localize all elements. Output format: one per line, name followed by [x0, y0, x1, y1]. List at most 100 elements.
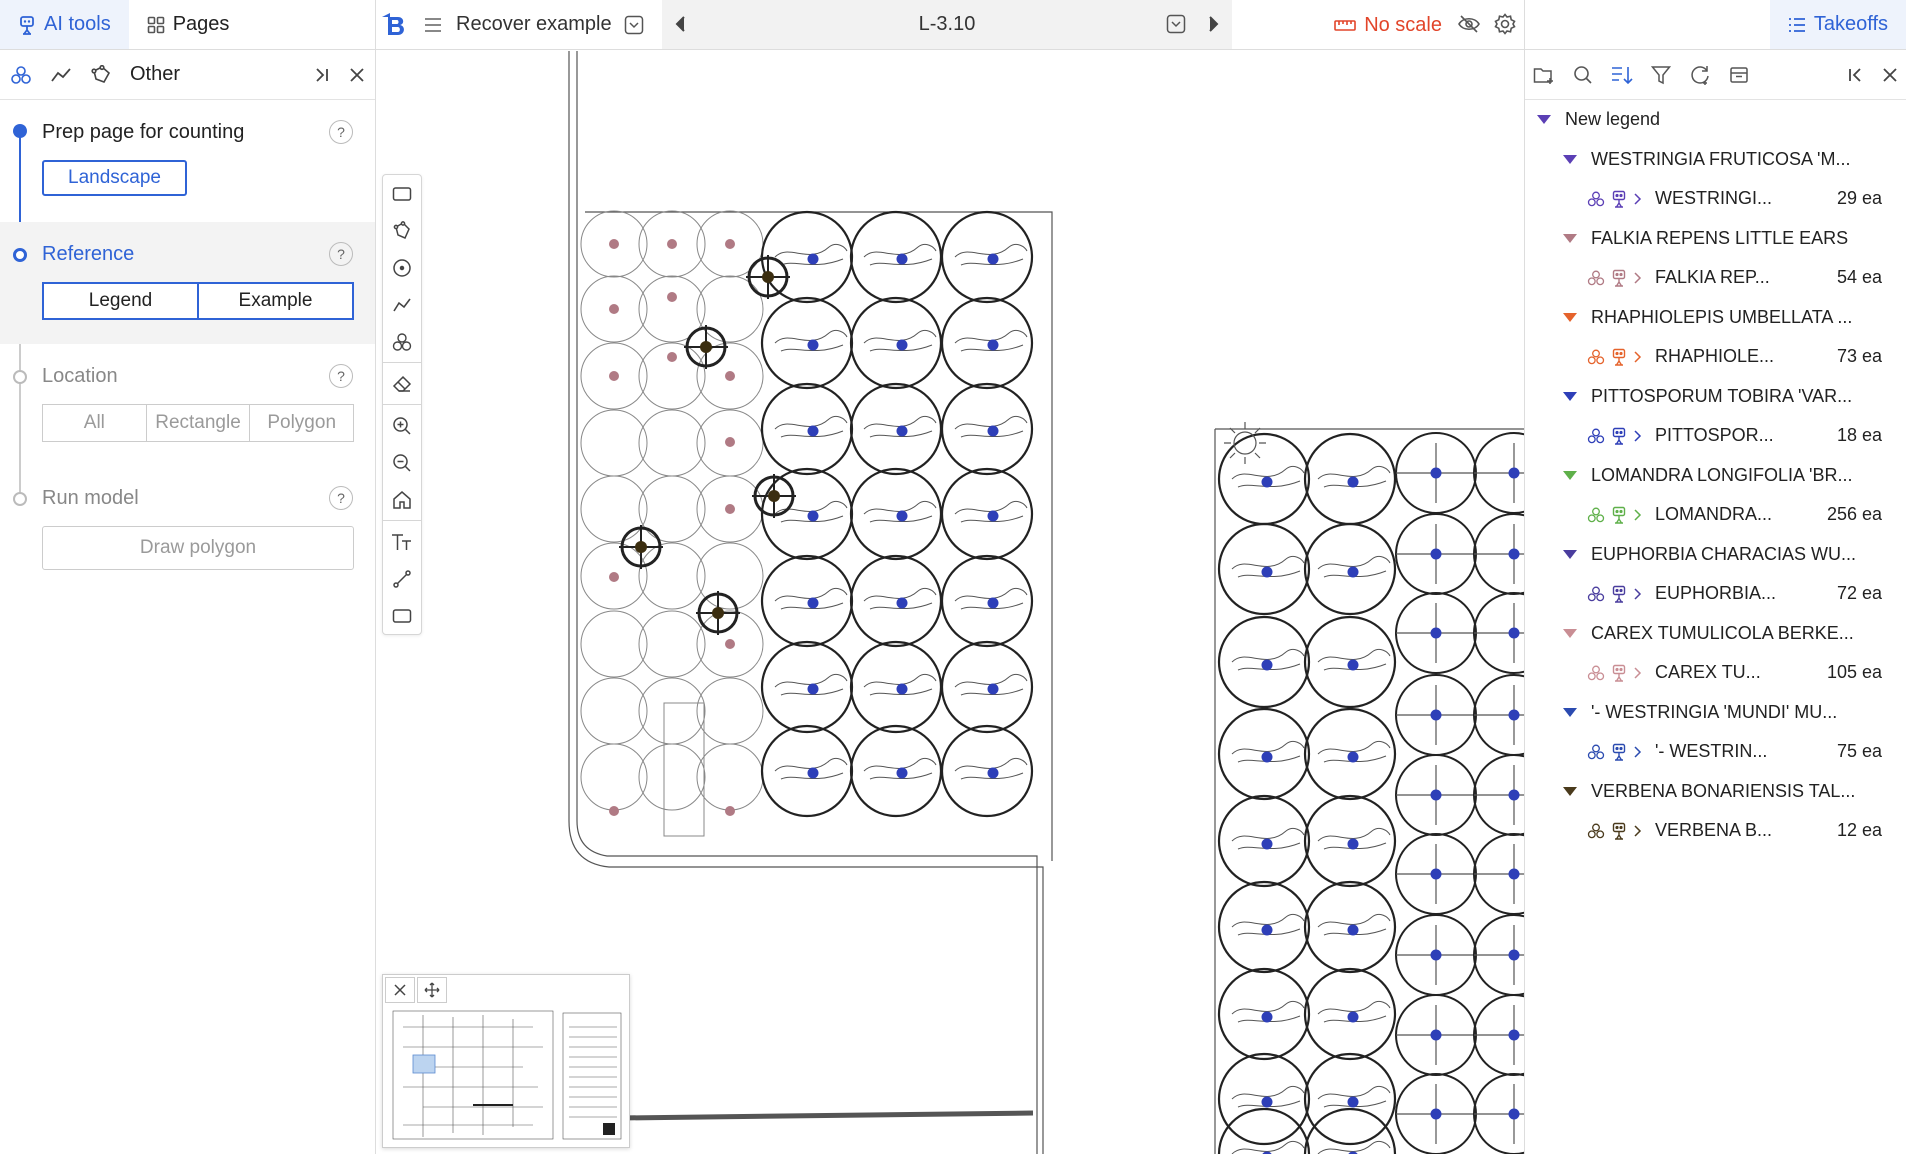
chevron-right-icon[interactable] — [1633, 429, 1643, 443]
text-tool-icon[interactable] — [383, 523, 421, 560]
expand-triangle-icon[interactable] — [1563, 786, 1577, 796]
point-tool-icon[interactable] — [383, 249, 421, 286]
chevron-right-icon[interactable] — [1633, 587, 1643, 601]
collapse-panel-icon[interactable] — [313, 66, 331, 84]
next-page-icon[interactable] — [1208, 15, 1220, 33]
chevron-right-icon[interactable] — [1633, 192, 1643, 206]
count-tool-icon[interactable] — [383, 323, 421, 360]
home-icon[interactable] — [383, 481, 421, 518]
plant-outline — [580, 409, 648, 477]
menu-icon[interactable] — [424, 17, 442, 33]
expand-triangle-icon[interactable] — [1563, 628, 1577, 638]
comment-box-icon[interactable] — [383, 597, 421, 634]
legend-group[interactable]: FALKIA REPENS LITTLE EARS — [1525, 219, 1906, 259]
legend-item[interactable]: RHAPHIOLE... 73 ea — [1525, 337, 1906, 377]
legend-item-count: 54 ea — [1836, 267, 1882, 288]
zoom-out-icon[interactable] — [383, 444, 421, 481]
collapse-left-icon[interactable] — [1846, 66, 1864, 84]
expand-triangle-icon[interactable] — [1563, 549, 1577, 559]
legend-option[interactable]: Legend — [42, 282, 199, 320]
help-icon[interactable]: ? — [329, 120, 353, 144]
legend-group[interactable]: RHAPHIOLEPIS UMBELLATA ... — [1525, 298, 1906, 338]
line-tool-icon[interactable] — [383, 286, 421, 323]
expand-triangle-icon[interactable] — [1563, 233, 1577, 243]
plant-dot — [1261, 659, 1273, 671]
search-icon[interactable] — [1573, 65, 1593, 85]
plant-dot — [807, 253, 819, 265]
legend-item[interactable]: PITTOSPOR... 18 ea — [1525, 416, 1906, 456]
tab-takeoffs[interactable]: Takeoffs — [1769, 0, 1906, 49]
area-tool-icon[interactable] — [90, 64, 112, 85]
polygon-tool-icon[interactable] — [383, 212, 421, 249]
legend-group[interactable]: EUPHORBIA CHARACIAS WU... — [1525, 535, 1906, 575]
expand-triangle-icon[interactable] — [1537, 115, 1551, 125]
close-minimap-icon[interactable] — [385, 977, 415, 1003]
robot-icon — [1611, 269, 1627, 287]
document-title[interactable]: Recover example — [456, 13, 612, 36]
legend-item[interactable]: '- WESTRIN... 75 ea — [1525, 732, 1906, 772]
legend-item[interactable]: FALKIA REP... 54 ea — [1525, 258, 1906, 298]
move-icon[interactable] — [417, 977, 447, 1003]
legend-root[interactable]: New legend — [1525, 100, 1906, 140]
legend-group[interactable]: '- WESTRINGIA 'MUNDI' MU... — [1525, 693, 1906, 733]
plant-dot — [896, 425, 908, 437]
example-option[interactable]: Example — [199, 282, 354, 320]
close-icon[interactable] — [349, 67, 365, 83]
expand-triangle-icon[interactable] — [1563, 470, 1577, 480]
legend-item[interactable]: CAREX TU... 105 ea — [1525, 653, 1906, 693]
measure-line-icon[interactable] — [383, 560, 421, 597]
document-dropdown-icon[interactable] — [624, 15, 644, 35]
archive-icon[interactable] — [1729, 65, 1749, 85]
zoom-in-icon[interactable] — [383, 407, 421, 444]
legend-group[interactable]: PITTOSPORUM TOBIRA 'VAR... — [1525, 377, 1906, 417]
expand-triangle-icon[interactable] — [1563, 391, 1577, 401]
chevron-right-icon[interactable] — [1633, 666, 1643, 680]
legend-item[interactable]: EUPHORBIA... 72 ea — [1525, 574, 1906, 614]
polygon-option[interactable]: Polygon — [250, 404, 355, 442]
expand-triangle-icon[interactable] — [1563, 707, 1577, 717]
refresh-icon[interactable] — [1689, 64, 1711, 86]
tab-pages[interactable]: Pages — [129, 0, 248, 49]
rectangle-select-icon[interactable] — [383, 175, 421, 212]
legend-group[interactable]: CAREX TUMULICOLA BERKE... — [1525, 614, 1906, 654]
page-dropdown-icon[interactable] — [1166, 14, 1186, 34]
close-icon[interactable] — [1882, 67, 1898, 83]
draw-polygon-button[interactable]: Draw polygon — [42, 526, 354, 570]
help-icon[interactable]: ? — [329, 486, 353, 510]
chevron-right-icon[interactable] — [1633, 508, 1643, 522]
eraser-icon[interactable] — [383, 365, 421, 402]
tab-ai-tools[interactable]: AI tools — [0, 0, 129, 49]
filter-icon[interactable] — [1651, 65, 1671, 85]
chevron-right-icon[interactable] — [1633, 745, 1643, 759]
expand-triangle-icon[interactable] — [1563, 154, 1577, 164]
line-tool-icon[interactable] — [50, 66, 72, 84]
rectangle-option[interactable]: Rectangle — [146, 404, 251, 442]
legend-item[interactable]: WESTRINGI... 29 ea — [1525, 179, 1906, 219]
settings-icon[interactable] — [1494, 13, 1516, 35]
chevron-right-icon[interactable] — [1633, 824, 1643, 838]
page-label[interactable]: L-3.10 — [662, 13, 1232, 36]
step-reference: Reference ? Legend Example — [0, 222, 375, 344]
help-icon[interactable]: ? — [329, 242, 353, 266]
hide-icon[interactable] — [1458, 14, 1480, 34]
new-folder-icon[interactable] — [1533, 65, 1555, 85]
plant-dot — [1508, 1029, 1520, 1041]
scale-status[interactable]: No scale — [1334, 0, 1442, 50]
legend-group[interactable]: LOMANDRA LONGIFOLIA 'BR... — [1525, 456, 1906, 496]
help-icon[interactable]: ? — [329, 364, 353, 388]
all-option[interactable]: All — [42, 404, 147, 442]
tab-pages-label: Pages — [172, 13, 230, 35]
legend-item[interactable]: LOMANDRA... 256 ea — [1525, 495, 1906, 535]
legend-item-count: 256 ea — [1826, 504, 1882, 525]
chevron-right-icon[interactable] — [1633, 271, 1643, 285]
minimap[interactable] — [382, 974, 630, 1148]
expand-triangle-icon[interactable] — [1563, 312, 1577, 322]
chevron-right-icon[interactable] — [1633, 350, 1643, 364]
legend-group[interactable]: WESTRINGIA FRUTICOSA 'M... — [1525, 140, 1906, 180]
legend-group[interactable]: VERBENA BONARIENSIS TAL... — [1525, 772, 1906, 812]
count-tool-icon[interactable] — [10, 65, 32, 85]
legend-item[interactable]: VERBENA B... 12 ea — [1525, 811, 1906, 851]
landscape-button[interactable]: Landscape — [42, 160, 187, 196]
sort-icon[interactable] — [1611, 65, 1633, 85]
plant-dot — [896, 683, 908, 695]
